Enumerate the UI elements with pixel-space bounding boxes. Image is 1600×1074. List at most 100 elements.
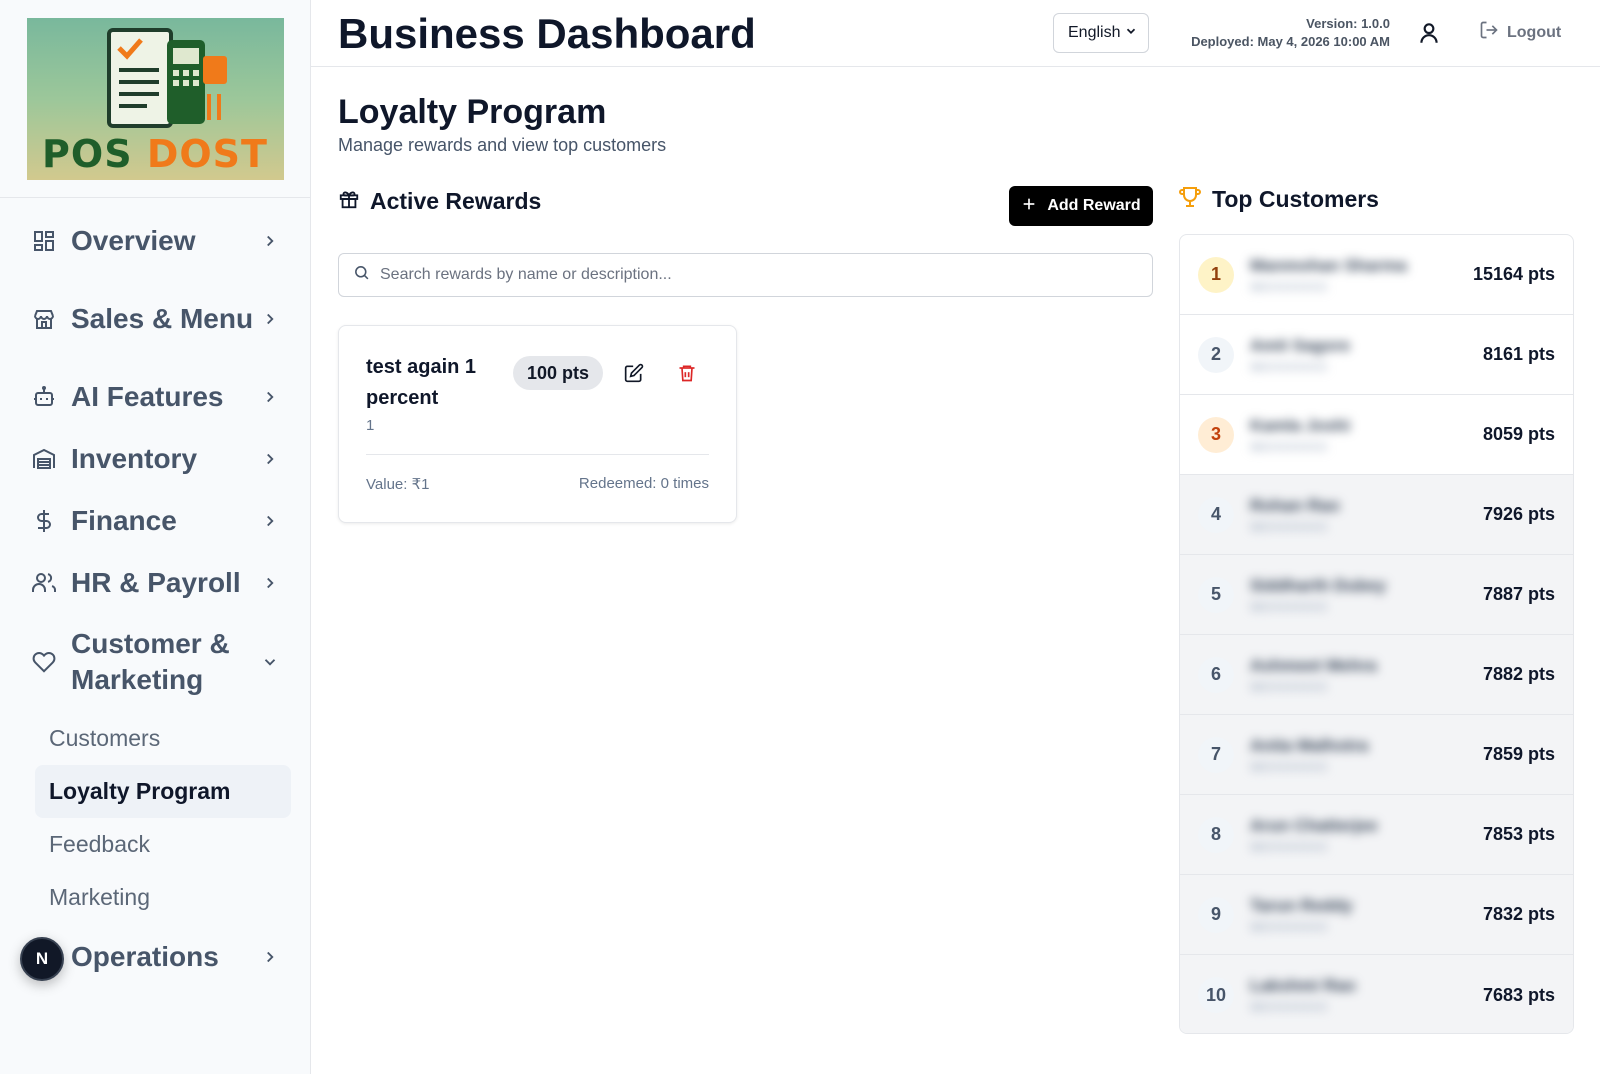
list-item[interactable]: 7 Anita Malhotra 98XXXXXXXX 7859 pts [1180,715,1573,795]
reward-value: Value: ₹1 [366,476,430,493]
plus-icon [1021,196,1037,217]
list-item[interactable]: 10 Lakshmi Rao 98XXXXXXXX 7683 pts [1180,955,1573,1033]
gift-icon [338,188,360,215]
reward-points-badge: 100 pts [513,356,603,390]
list-item[interactable]: 5 Siddharth Dubey 98XXXXXXXX 7887 pts [1180,555,1573,635]
customer-phone: 98XXXXXXXX [1250,759,1328,774]
list-item[interactable]: 3 Kamla Joshi 98XXXXXXXX 8059 pts [1180,395,1573,475]
customer-points: 7832 pts [1482,904,1555,924]
rank-badge: 2 [1198,336,1234,373]
language-select[interactable]: English [1053,13,1149,53]
customer-info: Amit Sagore 98XXXXXXXX [1250,336,1483,374]
pos-dost-logo[interactable]: POS DOST [26,17,284,180]
rank-badge: 3 [1198,416,1234,453]
edit-icon[interactable] [624,363,644,383]
sidebar-item-hr-payroll[interactable]: HR & Payroll [0,552,310,614]
customer-info: Rohan Rao 98XXXXXXXX [1250,496,1483,534]
user-icon[interactable] [1416,20,1442,46]
chevron-right-icon [260,309,280,329]
top-header: Business Dashboard English Version: 1.0.… [311,0,1600,67]
logo-container: POS DOST [0,0,310,198]
customer-name: Kamla Joshi [1250,415,1351,435]
customer-phone: 98XXXXXXXX [1250,919,1328,934]
main-content: Loyalty Program Manage rewards and view … [311,67,1600,1074]
list-item[interactable]: 6 Ashmeet Mehra 98XXXXXXXX 7882 pts [1180,635,1573,715]
customer-points: 7853 pts [1482,824,1555,844]
sidebar-item-overview[interactable]: Overview [0,210,310,272]
list-item[interactable]: 8 Arun Chatterjee 98XXXXXXXX 7853 pts [1180,795,1573,875]
sidebar-item-label: Finance [71,505,177,536]
divider [366,454,709,455]
reward-search-input[interactable] [380,266,1140,284]
app-title: Business Dashboard [338,10,756,57]
sidebar-subitem-loyalty-program[interactable]: Loyalty Program [35,765,291,818]
add-reward-label: Add Reward [1047,197,1141,214]
chevron-down-icon [1124,24,1138,43]
sidebar-subitem-feedback[interactable]: Feedback [35,818,291,871]
sidebar: POS DOST Overview Sales & Menu AI Featur… [0,0,311,1074]
sidebar-item-label: Operations [71,941,219,972]
rank-badge: 4 [1198,496,1234,533]
chevron-right-icon [260,573,280,593]
version-text: Version: 1.0.0 [1306,16,1390,31]
sidebar-item-label: Overview [71,225,196,256]
warehouse-icon [31,446,57,472]
customer-name: Amit Sagore [1250,335,1351,355]
list-item[interactable]: 4 Rohan Rao 98XXXXXXXX 7926 pts [1180,475,1573,555]
sidebar-item-ai-features[interactable]: AI Features [0,366,310,428]
customer-info: Manmohan Sharma 98XXXXXXXX [1250,256,1473,294]
customer-points: 7859 pts [1482,744,1555,764]
chevron-right-icon [260,449,280,469]
customer-name: Manmohan Sharma [1250,255,1407,275]
users-icon [31,570,57,596]
sidebar-item-label: Customer & Marketing [71,628,230,695]
customer-points: 15164 pts [1472,264,1555,284]
sidebar-item-finance[interactable]: Finance [0,490,310,552]
top-customers-list: 1 Manmohan Sharma 98XXXXXXXX 15164 pts 2… [1179,234,1574,1034]
rank-badge: 9 [1198,896,1234,933]
customer-info: Lakshmi Rao 98XXXXXXXX [1250,976,1483,1014]
active-rewards-title: Active Rewards [370,188,542,214]
reward-card: test again 1 percent 1 100 pts Value: ₹1… [338,325,737,523]
sidebar-subitem-customers[interactable]: Customers [35,712,291,765]
logo-text-dost: DOST [146,131,268,176]
bot-icon [31,384,57,410]
customer-info: Ashmeet Mehra 98XXXXXXXX [1250,656,1483,694]
grid-icon [31,228,57,254]
sidebar-nav: Overview Sales & Menu AI Features Invent… [0,198,310,988]
logout-label: Logout [1507,23,1562,41]
list-item[interactable]: 9 Tarun Reddy 98XXXXXXXX 7832 pts [1180,875,1573,955]
sidebar-item-customer-marketing[interactable]: Customer & Marketing [0,614,310,710]
customer-points: 7887 pts [1482,584,1555,604]
top-customers-header: Top Customers [1178,185,1379,214]
trash-icon[interactable] [677,363,697,383]
list-item[interactable]: 2 Amit Sagore 98XXXXXXXX 8161 pts [1180,315,1573,395]
active-rewards-header: Active Rewards [338,188,541,215]
dev-tools-badge[interactable]: N [20,937,64,981]
customer-points: 7926 pts [1482,504,1555,524]
customer-phone: 98XXXXXXXX [1250,679,1328,694]
customer-name: Ashmeet Mehra [1250,655,1377,675]
sidebar-item-sales-menu[interactable]: Sales & Menu [0,272,310,366]
customer-name: Tarun Reddy [1250,895,1353,915]
chevron-right-icon [260,511,280,531]
sidebar-item-label: AI Features [71,381,224,412]
sidebar-item-inventory[interactable]: Inventory [0,428,310,490]
chevron-right-icon [260,387,280,407]
customer-name: Rohan Rao [1250,495,1340,515]
customer-info: Tarun Reddy 98XXXXXXXX [1250,896,1483,934]
customer-phone: 98XXXXXXXX [1250,839,1328,854]
rank-badge: 6 [1198,656,1234,693]
customer-phone: 98XXXXXXXX [1250,359,1328,374]
list-item[interactable]: 1 Manmohan Sharma 98XXXXXXXX 15164 pts [1180,235,1573,315]
version-info: Version: 1.0.0 Deployed: May 4, 2026 10:… [1171,15,1390,51]
logo-wordmark: POS DOST [27,132,284,176]
customer-phone: 98XXXXXXXX [1250,439,1328,454]
sidebar-item-label: HR & Payroll [71,567,241,598]
logout-button[interactable]: Logout [1479,20,1561,45]
chevron-down-icon [260,652,280,672]
customer-name: Arun Chatterjee [1250,815,1378,835]
customer-points: 8059 pts [1482,424,1555,444]
sidebar-subitem-marketing[interactable]: Marketing [35,871,291,924]
add-reward-button[interactable]: Add Reward [1009,186,1153,226]
